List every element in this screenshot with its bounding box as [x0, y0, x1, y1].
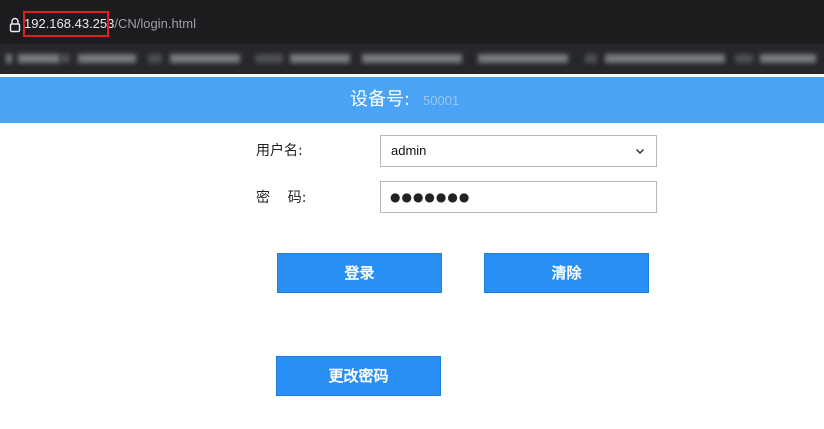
bookmarks-bar: [0, 44, 824, 74]
change-password-button[interactable]: 更改密码: [276, 356, 441, 396]
password-value: ●●●●●●●: [390, 190, 471, 204]
device-number: 50001: [423, 93, 460, 108]
url-path: /CN/login.html: [114, 16, 197, 31]
password-field[interactable]: ●●●●●●●: [380, 181, 657, 213]
lock-icon: [9, 17, 21, 33]
address-bar[interactable]: 192.168.43.253/CN/login.html: [0, 0, 824, 44]
username-label: 用户名:: [256, 143, 303, 159]
chevron-down-icon: [635, 148, 645, 155]
login-button[interactable]: 登录: [277, 253, 442, 293]
password-label: 密 码:: [256, 190, 307, 206]
url-highlight-box: [23, 11, 109, 37]
username-value: admin: [391, 143, 427, 158]
header-banner: [0, 77, 824, 123]
username-select[interactable]: admin: [380, 135, 657, 167]
clear-button[interactable]: 清除: [484, 253, 649, 293]
device-label: 设备号:: [350, 89, 411, 110]
